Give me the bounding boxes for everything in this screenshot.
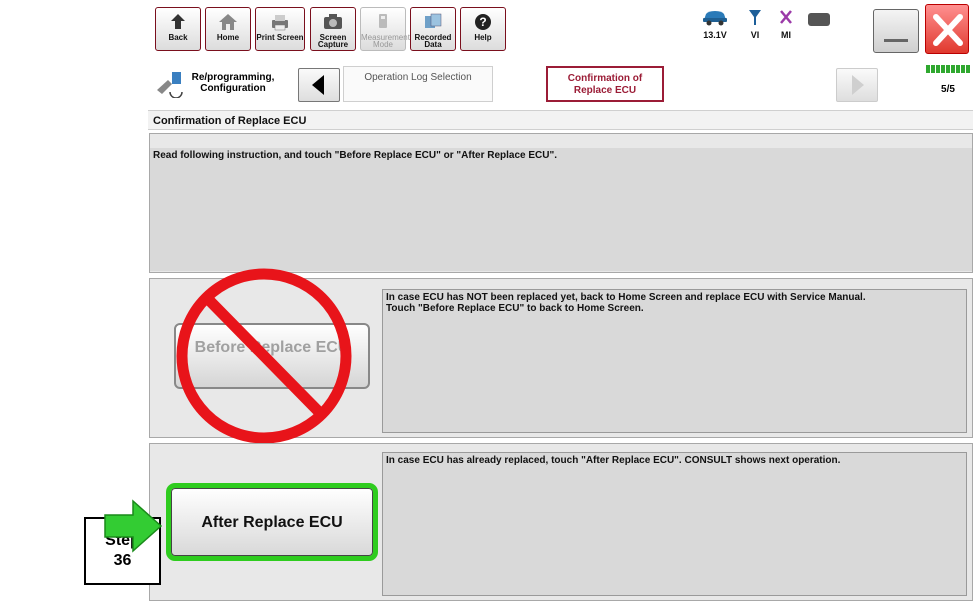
after-replace-description: In case ECU has already replaced, touch … (382, 452, 967, 596)
printer-icon (272, 15, 288, 31)
vi-status: VI (738, 8, 772, 40)
measurement-icon (379, 14, 387, 28)
print-screen-button[interactable]: Print Screen (255, 7, 305, 51)
page-title: Confirmation of Replace ECU (148, 110, 973, 130)
crumb-confirmation-active: Confirmation of Replace ECU (546, 66, 664, 102)
battery-level-icon (808, 13, 830, 26)
next-button-disabled[interactable] (836, 68, 878, 102)
back-button[interactable]: Back (155, 7, 201, 51)
triangle-right-icon (852, 75, 864, 95)
close-icon (933, 14, 963, 46)
recorded-data-button[interactable]: Recorded Data (410, 7, 456, 51)
home-icon (219, 14, 237, 30)
home-button[interactable]: Home (205, 7, 251, 51)
crumb-operation-log: Operation Log Selection (343, 66, 493, 102)
breadcrumb: Re/programming, Configuration Operation … (148, 62, 973, 104)
recorded-data-icon (425, 13, 442, 28)
progress-indicator (926, 65, 970, 73)
vi-label: VI (750, 30, 760, 40)
close-button[interactable] (925, 4, 969, 54)
back-label: Back (168, 33, 188, 42)
help-label: Help (474, 33, 492, 42)
battery-status: 13.1V (698, 8, 732, 40)
mi-disconnected-icon (780, 10, 792, 24)
crumb-reprogramming: Re/programming, Configuration (191, 72, 275, 94)
home-label: Home (216, 33, 240, 42)
car-icon (703, 11, 727, 26)
previous-button[interactable] (298, 68, 340, 102)
mi-status: MI (769, 8, 803, 40)
print-screen-label: Print Screen (256, 33, 304, 42)
instruction-text: Read following instruction, and touch "B… (150, 148, 972, 271)
screen-capture-label: Screen Capture (317, 33, 349, 49)
battery-voltage: 13.1V (703, 30, 727, 40)
green-arrow-icon (104, 499, 163, 553)
prohibited-icon (176, 268, 352, 444)
reprogramming-icon (157, 72, 183, 98)
instruction-panel: Read following instruction, and touch "B… (149, 133, 973, 273)
measurement-mode-button[interactable]: Measurement Mode (360, 7, 410, 51)
screen-capture-button[interactable]: Screen Capture (310, 7, 356, 51)
mi-label: MI (781, 30, 791, 40)
minimize-icon (884, 39, 908, 42)
vi-antenna-icon (749, 10, 761, 25)
triangle-left-icon (312, 75, 324, 95)
before-replace-description: In case ECU has NOT been replaced yet, b… (382, 289, 967, 433)
page-counter: 5/5 (941, 84, 955, 95)
back-arrow-icon (171, 14, 185, 29)
help-button[interactable]: ? Help (460, 7, 506, 51)
after-replace-ecu-button[interactable]: After Replace ECU (166, 483, 378, 561)
toolbar: Back Home Print Screen Screen Capture Me… (148, 0, 973, 60)
after-replace-section: After Replace ECU In case ECU has alread… (149, 443, 973, 601)
camera-icon (324, 14, 342, 29)
svg-text:?: ? (479, 15, 486, 29)
minimize-button[interactable] (873, 9, 919, 53)
measurement-mode-label: Measurement Mode (361, 33, 410, 49)
help-icon: ? (475, 14, 491, 30)
recorded-data-label: Recorded Data (414, 33, 452, 49)
